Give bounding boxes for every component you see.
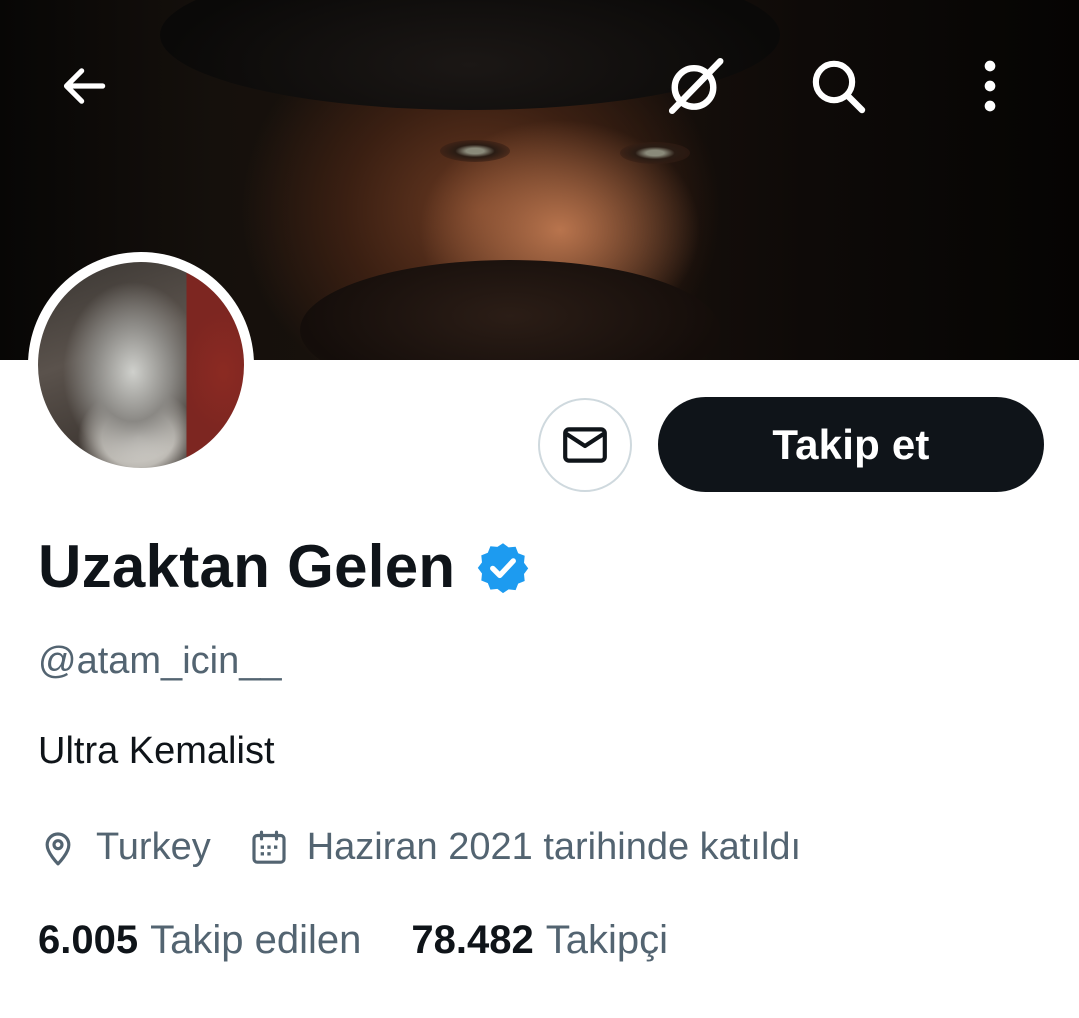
arrow-left-icon (63, 68, 106, 104)
calendar-icon (249, 828, 289, 868)
profile-bio: Ultra Kemalist (38, 730, 275, 772)
location-text: Turkey (96, 826, 211, 868)
followers-label: Takipçi (545, 918, 668, 962)
location-pin-icon (38, 828, 78, 868)
banner-beard-shape (300, 260, 720, 360)
verified-badge-icon[interactable] (475, 539, 531, 595)
grok-button[interactable] (656, 48, 732, 124)
message-button[interactable] (538, 398, 632, 492)
user-handle: @atam_icin__ (38, 640, 282, 682)
followers-count: 78.482 (411, 918, 534, 962)
banner-eye-left (440, 140, 510, 162)
envelope-icon (563, 427, 607, 463)
more-vertical-icon (984, 60, 996, 112)
profile-avatar[interactable] (28, 252, 254, 478)
followers-link[interactable]: 78.482 Takipçi (411, 918, 668, 963)
joined-date-text: Haziran 2021 tarihinde katıldı (306, 826, 802, 868)
avatar-image (38, 262, 244, 468)
follow-button[interactable]: Takip et (658, 397, 1044, 492)
search-button[interactable] (800, 48, 876, 124)
display-name-row: Uzaktan Gelen (38, 532, 531, 601)
following-link[interactable]: 6.005 Takip edilen (38, 918, 361, 963)
following-label: Takip edilen (150, 918, 362, 962)
profile-stats-row: 6.005 Takip edilen 78.482 Takipçi (38, 918, 668, 963)
profile-meta-row: Turkey Haziran 2021 tarihinde katıldı (38, 826, 801, 869)
back-button[interactable] (46, 48, 122, 124)
banner-eye-right (620, 142, 690, 164)
more-options-button[interactable] (952, 48, 1028, 124)
search-icon (812, 60, 866, 114)
display-name: Uzaktan Gelen (38, 533, 456, 600)
grok-icon (668, 57, 724, 114)
following-count: 6.005 (38, 918, 139, 962)
